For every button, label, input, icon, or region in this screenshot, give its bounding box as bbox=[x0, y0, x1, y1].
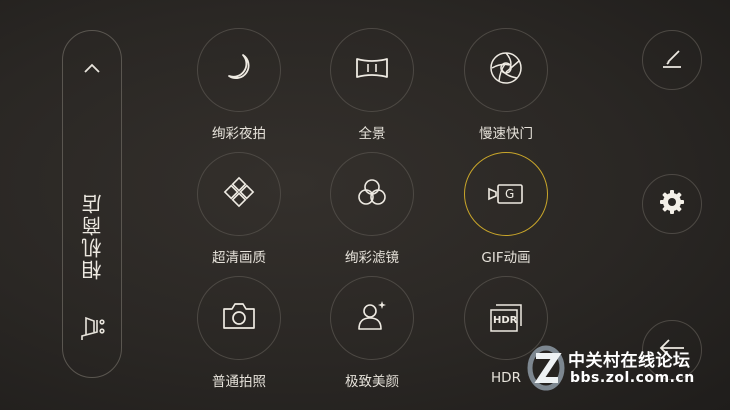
mode-label: 极致美颜 bbox=[345, 374, 399, 390]
mode-normal-photo[interactable]: 普通拍照 bbox=[194, 276, 284, 390]
camera-store-label: 相机商店 bbox=[80, 192, 105, 280]
mode-beauty-button[interactable] bbox=[330, 276, 414, 360]
camera-store-bar[interactable]: 相机商店 bbox=[62, 30, 122, 378]
camera-store-title[interactable]: 相机商店 bbox=[63, 181, 121, 291]
moon-icon bbox=[221, 50, 257, 90]
panorama-icon bbox=[353, 53, 391, 87]
hdr-icon: HDR bbox=[487, 301, 525, 335]
hdr-badge-text: HDR bbox=[493, 315, 518, 326]
zol-logo-icon bbox=[527, 345, 565, 391]
mode-gif-button[interactable]: G bbox=[464, 152, 548, 236]
watermark-title: 中关村在线论坛 bbox=[568, 351, 691, 371]
forum-watermark: 中关村在线论坛 bbs.zol.com.cn bbox=[522, 340, 727, 400]
mode-normal-photo-button[interactable] bbox=[197, 276, 281, 360]
mode-label: 超清画质 bbox=[212, 250, 266, 266]
gif-badge-text: G bbox=[505, 187, 515, 201]
mode-label: 全景 bbox=[358, 126, 386, 142]
edit-button[interactable] bbox=[642, 30, 702, 90]
mode-label: 绚彩滤镜 bbox=[345, 250, 399, 266]
mode-beauty[interactable]: 极致美颜 bbox=[327, 276, 417, 390]
mode-label: 绚彩夜拍 bbox=[212, 126, 266, 142]
mode-slow-shutter-button[interactable] bbox=[464, 28, 548, 112]
camera-icon bbox=[220, 299, 258, 337]
settings-button[interactable] bbox=[642, 174, 702, 234]
mode-slow-shutter[interactable]: 慢速快门 bbox=[461, 28, 551, 142]
gear-icon bbox=[658, 188, 686, 220]
mode-label: 普通拍照 bbox=[212, 374, 266, 390]
beauty-person-icon bbox=[353, 297, 391, 339]
mode-color-filter[interactable]: 绚彩滤镜 bbox=[327, 152, 417, 266]
gif-camera-icon: G bbox=[486, 179, 526, 209]
mode-ultra-hd-button[interactable] bbox=[197, 152, 281, 236]
mode-color-filter-button[interactable] bbox=[330, 152, 414, 236]
mode-gif[interactable]: G GIF动画 bbox=[461, 152, 551, 266]
chevron-up-icon[interactable] bbox=[63, 57, 121, 79]
watermark-url: bbs.zol.com.cn bbox=[570, 370, 695, 386]
mode-panorama-button[interactable] bbox=[330, 28, 414, 112]
mode-night[interactable]: 绚彩夜拍 bbox=[194, 28, 284, 142]
diamond-grid-icon bbox=[220, 173, 258, 215]
shutter-icon bbox=[486, 48, 526, 92]
mode-ultra-hd[interactable]: 超清画质 bbox=[194, 152, 284, 266]
filter-circles-icon bbox=[353, 173, 391, 215]
mode-label: GIF动画 bbox=[481, 250, 531, 266]
edit-icon bbox=[659, 45, 685, 75]
mode-night-button[interactable] bbox=[197, 28, 281, 112]
mode-panorama[interactable]: 全景 bbox=[327, 28, 417, 142]
mode-label: 慢速快门 bbox=[479, 126, 533, 142]
shopping-cart-icon[interactable] bbox=[63, 311, 121, 351]
